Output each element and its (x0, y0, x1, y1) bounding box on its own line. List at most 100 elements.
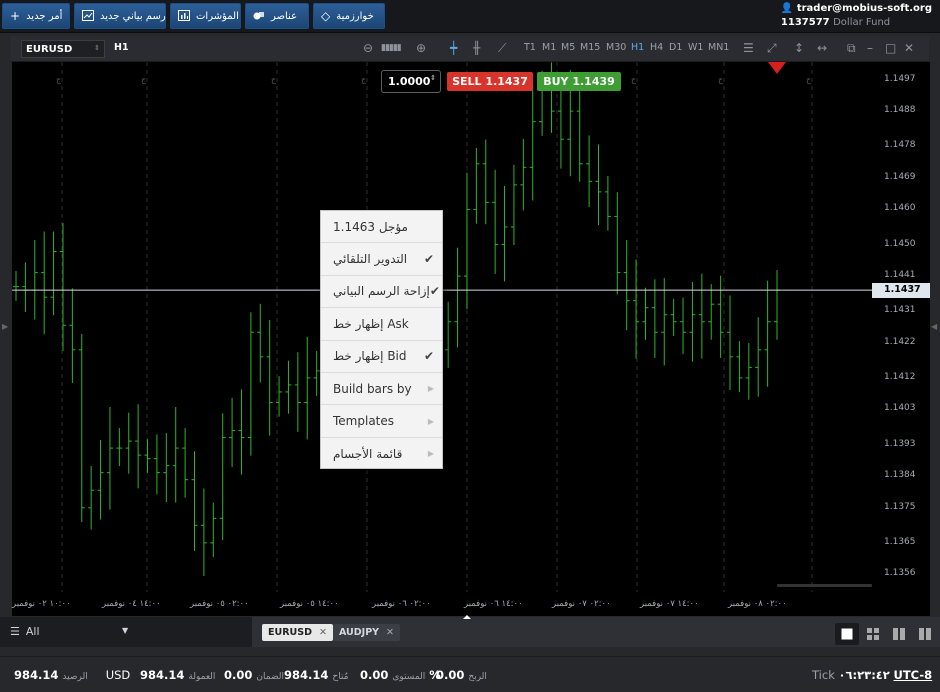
checkmark-icon: ✔ (423, 349, 434, 364)
settings-list-icon[interactable]: ☰ (743, 41, 754, 55)
tick-clock[interactable]: Tick ٠٦:٢٣:٤٢ UTC-8 (812, 668, 932, 682)
symbol-label: EURUSD (26, 44, 73, 55)
tab-filter-select[interactable]: ☰ All ▼ (0, 617, 140, 647)
bid-price-tag: 1.1437 (872, 283, 930, 299)
account-fund: Dollar Fund (833, 17, 891, 28)
account-info[interactable]: 👤 trader@mobius-soft.org 1137577 Dollar … (781, 2, 932, 30)
margin-stat: 0.00 الضمان (224, 668, 284, 682)
tab-filter-label: All (25, 625, 40, 638)
price-tick-label: 1.1431 (884, 305, 916, 316)
tf-h4[interactable]: H4 (650, 42, 663, 53)
quantity-stepper[interactable]: 1.0000 ⇕ (381, 70, 441, 93)
menu-item-label: إزاحة الرسم البياني (333, 284, 430, 299)
minimize-icon[interactable]: – (867, 41, 873, 55)
price-tick-label: 1.1460 (884, 203, 916, 214)
chart-shift-marker (768, 62, 786, 74)
collapse-left-icon[interactable]: ▶ (2, 322, 8, 331)
shapes-icon (253, 10, 265, 23)
account-status-bar: 984.14 الرصيد USD 984.14 العمولة 0.00 ال… (0, 656, 940, 692)
main-toolbar: + أمر جديد رسم بياني جديد المؤشرات عناصر… (0, 0, 940, 33)
collapse-right-icon[interactable]: ◀ (931, 322, 937, 331)
submenu-arrow-icon: ▶ (427, 416, 434, 426)
new-order-button[interactable]: + أمر جديد (2, 3, 70, 29)
checkmark-icon: ✔ (423, 252, 434, 267)
maximize-icon[interactable]: □ (885, 41, 896, 55)
horizontal-scale-icon[interactable]: ↔ (817, 41, 827, 55)
algorithm-button[interactable]: ◇ خوارزمية (313, 3, 385, 29)
close-icon[interactable]: ✕ (904, 41, 914, 55)
objects-button[interactable]: عناصر (245, 3, 309, 29)
line-type-icon[interactable]: ⟋ (498, 41, 506, 55)
price-axis[interactable]: 1.1497 1.1488 1.1478 1.1469 1.1460 1.1450 1.14… (872, 62, 930, 592)
symbol-selector[interactable]: EURUSD ⇕ (21, 40, 105, 58)
time-axis[interactable]: ١٠:٠٠ ٠٢ نوفمبر ١٤:٠٠ ٠٤ نوفمبر ٠٢:٠٠ ٠٥ ن… (12, 592, 930, 616)
menu-item-pending[interactable]: مؤجل 1.1463 (321, 211, 442, 244)
sell-button[interactable]: SELL 1.1437 (447, 72, 533, 91)
chart-tabs-bar: ☰ All ▼ EURUSD ✕ AUDJPY ✕ (0, 615, 940, 647)
objects-label: عناصر (271, 10, 298, 22)
menu-item-objects-list[interactable]: قائمة الأجسام ▶ (321, 438, 442, 470)
price-tick-label: 1.1356 (884, 568, 916, 579)
menu-item-show-ask-line[interactable]: إظهار خط Ask (321, 308, 442, 341)
popout-icon[interactable]: ⧉ (847, 41, 856, 55)
user-icon: 👤 (780, 3, 794, 14)
candlestick-type-icon[interactable]: ┿ (450, 41, 457, 55)
buy-button[interactable]: BUY 1.1439 (537, 72, 621, 91)
menu-item-label: إظهار خط Ask (333, 316, 409, 331)
menu-item-label: قائمة الأجسام (333, 446, 403, 461)
tf-m15[interactable]: M15 (580, 42, 600, 53)
close-tab-icon[interactable]: ✕ (319, 627, 327, 638)
tab-audjpy[interactable]: AUDJPY ✕ (333, 624, 401, 641)
layout-single-button[interactable] (835, 623, 859, 645)
tf-mn1[interactable]: MN1 (708, 42, 729, 53)
indicators-label: المؤشرات (196, 10, 239, 22)
menu-item-templates[interactable]: Templates ▶ (321, 405, 442, 438)
bar-type-icon[interactable]: ╫ (473, 41, 480, 55)
tf-h1[interactable]: H1 (631, 42, 644, 53)
menu-item-show-bid-line[interactable]: إظهار خط Bid ✔ (321, 341, 442, 373)
tab-label: AUDJPY (339, 627, 380, 638)
tf-t1[interactable]: T1 (524, 42, 536, 53)
vertical-scale-icon[interactable]: ↕ (794, 41, 804, 55)
server-time: ٠٦:٢٣:٤٢ (838, 668, 890, 682)
tf-m5[interactable]: M5 (561, 42, 575, 53)
zoom-in-icon[interactable]: ⊕ (416, 41, 426, 55)
equity-value: 984.14 (140, 668, 185, 682)
close-tab-icon[interactable]: ✕ (386, 627, 394, 638)
stepper-arrows-icon: ⇕ (430, 74, 436, 82)
day-marker: ج (141, 75, 147, 84)
sell-price: 1.1437 (485, 75, 528, 88)
price-tick-label: 1.1393 (884, 438, 916, 449)
layout-single-icon (841, 628, 853, 640)
time-tick-label: ٠٢:٠٠ ٠٧ نوفمبر (552, 599, 611, 609)
layout-rows-button[interactable] (913, 623, 937, 645)
buy-label: BUY (543, 75, 569, 88)
price-tick-label: 1.1450 (884, 238, 916, 249)
expand-diagonal-icon[interactable]: ⤢ (767, 41, 777, 55)
menu-item-chart-shift[interactable]: إزاحة الرسم البياني ✔ (321, 276, 442, 309)
new-chart-label: رسم بياني جديد (100, 10, 166, 22)
day-marker: ج (806, 75, 812, 84)
layout-grid-button[interactable] (861, 623, 885, 645)
indicators-button[interactable]: المؤشرات (170, 3, 241, 29)
layout-columns-button[interactable] (887, 623, 911, 645)
zoom-out-icon[interactable]: ⊖ (363, 41, 373, 55)
menu-item-label: Build bars by (333, 381, 412, 396)
time-tick-label: ٠٢:٠٠ ٠٨ نوفمبر (728, 599, 787, 609)
new-chart-button[interactable]: رسم بياني جديد (74, 3, 166, 29)
free-label: مُتاح (332, 672, 349, 682)
menu-item-build-bars-by[interactable]: Build bars by ▶ (321, 373, 442, 406)
tf-m1[interactable]: M1 (542, 42, 556, 53)
tf-d1[interactable]: D1 (669, 42, 682, 53)
line-chart-icon (82, 9, 94, 23)
day-marker: ج (718, 75, 724, 84)
tab-eurusd[interactable]: EURUSD ✕ (262, 624, 333, 641)
price-tick-label: 1.1478 (884, 140, 916, 151)
menu-item-auto-scroll[interactable]: التدوير التلقائي ✔ (321, 243, 442, 276)
level-stat: 0.00 المستوى % (360, 668, 441, 682)
tf-w1[interactable]: W1 (688, 42, 703, 53)
zoom-slider[interactable]: ▮▮▮▮▮ (381, 41, 402, 55)
tf-m30[interactable]: M30 (606, 42, 626, 53)
margin-value: 0.00 (224, 668, 253, 682)
time-tick-label: ٠٢:٠٠ ٠٥ نوفمبر (190, 599, 249, 609)
